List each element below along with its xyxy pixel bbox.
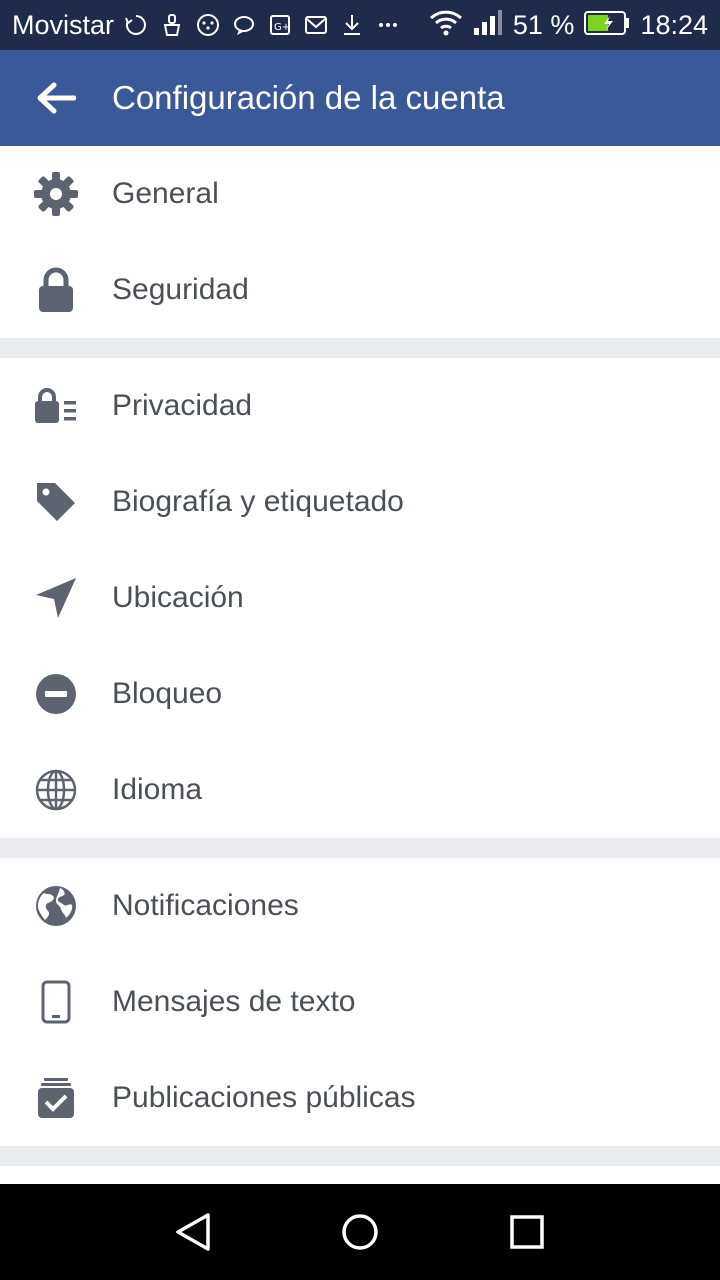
- clock: 18:24: [640, 9, 708, 40]
- carrier-name: Movistar: [12, 9, 115, 40]
- phone-icon: [30, 976, 82, 1028]
- settings-item-notificaciones[interactable]: Notificaciones: [0, 858, 720, 954]
- settings-item-general[interactable]: General: [0, 146, 720, 242]
- location-arrow-icon: [30, 572, 82, 624]
- public-posts-icon: [30, 1072, 82, 1124]
- settings-item-label: Notificaciones: [112, 889, 299, 922]
- settings-item-label: Mensajes de texto: [112, 985, 356, 1018]
- app-bar: Configuración de la cuenta: [0, 50, 720, 146]
- settings-item-bloqueo[interactable]: Bloqueo: [0, 646, 720, 742]
- settings-item-label: Privacidad: [112, 389, 253, 422]
- lock-icon: [30, 264, 82, 316]
- battery-percent: 51 %: [512, 9, 575, 40]
- notification-icons: G+: [122, 11, 402, 39]
- navigation-bar: [0, 1184, 720, 1280]
- gear-icon: [30, 168, 82, 220]
- svg-text:G+: G+: [274, 22, 290, 33]
- signal-icon: [473, 9, 503, 41]
- settings-item-label: Publicaciones públicas: [112, 1081, 416, 1114]
- home-circle-icon[interactable]: [330, 1202, 390, 1262]
- status-bar: Movistar G+ 51 % 18:24: [0, 0, 720, 50]
- settings-item-privacidad[interactable]: Privacidad: [0, 358, 720, 454]
- settings-item-biografia[interactable]: Biografía y etiquetado: [0, 454, 720, 550]
- settings-item-label: Bloqueo: [112, 677, 223, 710]
- google-plus-icon: G+: [266, 11, 294, 39]
- download-icon: [338, 11, 366, 39]
- globe-icon: [30, 880, 82, 932]
- settings-item-label: Seguridad: [112, 273, 249, 306]
- settings-item-label: General: [112, 177, 219, 210]
- dots-icon: [194, 11, 222, 39]
- back-triangle-icon[interactable]: [163, 1202, 223, 1262]
- wifi-icon: [429, 10, 463, 41]
- page-title: Configuración de la cuenta: [112, 79, 505, 116]
- settings-item-publicaciones[interactable]: Publicaciones públicas: [0, 1050, 720, 1146]
- battery-icon: [584, 10, 630, 41]
- tag-icon: [30, 476, 82, 528]
- settings-list: General Seguridad Privacidad Biografía y…: [0, 146, 720, 1166]
- arrow-left-icon[interactable]: [28, 70, 84, 126]
- privacy-lock-icon: [30, 380, 82, 432]
- section-divider: [0, 1146, 720, 1166]
- settings-item-seguridad[interactable]: Seguridad: [0, 242, 720, 338]
- globe-outline-icon: [30, 764, 82, 816]
- cleaner-icon: [158, 11, 186, 39]
- sync-icon: [122, 11, 150, 39]
- more-icon: [374, 11, 402, 39]
- settings-item-label: Biografía y etiquetado: [112, 485, 404, 518]
- settings-item-mensajes[interactable]: Mensajes de texto: [0, 954, 720, 1050]
- settings-item-ubicacion[interactable]: Ubicación: [0, 550, 720, 646]
- section-divider: [0, 338, 720, 358]
- chat-icon: [230, 11, 258, 39]
- settings-item-label: Ubicación: [112, 581, 244, 614]
- gmail-icon: [302, 11, 330, 39]
- settings-item-idioma[interactable]: Idioma: [0, 742, 720, 838]
- recents-square-icon[interactable]: [497, 1202, 557, 1262]
- block-icon: [30, 668, 82, 720]
- settings-item-label: Idioma: [112, 773, 203, 806]
- section-divider: [0, 838, 720, 858]
